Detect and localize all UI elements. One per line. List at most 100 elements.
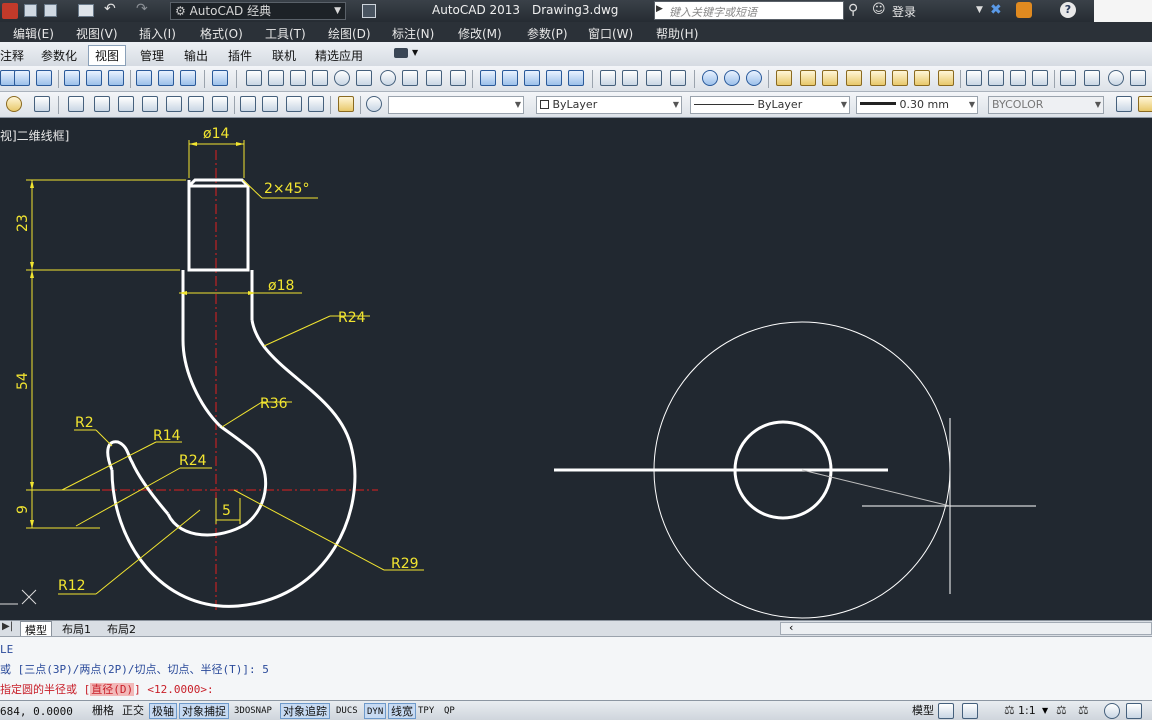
layout-view-icon[interactable] — [962, 703, 978, 719]
view-bottom-icon[interactable] — [94, 96, 110, 112]
continuous-orbit-icon[interactable] — [746, 70, 762, 86]
tab-nav-icon[interactable]: ▶| — [2, 621, 13, 632]
free-orbit-icon[interactable] — [724, 70, 740, 86]
tab-layout2[interactable]: 布局2 — [107, 621, 136, 637]
window-icon[interactable] — [362, 4, 376, 18]
menu-window[interactable]: 窗口(W) — [588, 25, 633, 42]
drawing-canvas[interactable]: 视]二维线框] ø14 2×45° ø18 R24 R36 R2 R14 R24… — [0, 118, 1152, 620]
ucs-apply-icon[interactable] — [212, 70, 228, 86]
intersect-icon[interactable] — [646, 70, 662, 86]
ucs-y-icon[interactable] — [158, 70, 174, 86]
loft-icon[interactable] — [568, 70, 584, 86]
command-prompt[interactable]: 指定圆的半径或 [直径(D)] <12.0000>: — [0, 681, 214, 697]
ribbon-toggle-icon[interactable] — [394, 48, 408, 58]
auto-scale-icon[interactable]: ⚖ — [1078, 703, 1089, 717]
menu-parametric[interactable]: 参数(P) — [527, 25, 568, 42]
ucs-world-icon[interactable] — [14, 70, 30, 86]
ucs-3point-icon[interactable] — [108, 70, 124, 86]
sphere-icon[interactable] — [334, 70, 350, 86]
toggle-qp[interactable]: QP — [442, 703, 457, 719]
exchange-icon[interactable]: ✖ — [990, 2, 1002, 18]
cone-icon[interactable] — [312, 70, 328, 86]
sw-iso-icon[interactable] — [240, 96, 256, 112]
tab-plugins[interactable]: 插件 — [228, 47, 252, 64]
color-dropdown[interactable]: ByLayer ▼ — [536, 96, 682, 114]
binoculars-icon[interactable]: ⚲ — [848, 2, 858, 18]
model-space-button[interactable]: 模型 — [910, 703, 936, 719]
ucs-z-icon[interactable] — [180, 70, 196, 86]
lock-icon[interactable] — [1126, 703, 1142, 719]
revolve-icon[interactable] — [546, 70, 562, 86]
menu-help[interactable]: 帮助(H) — [656, 25, 698, 42]
app-menu-icon[interactable] — [2, 3, 18, 19]
union-icon[interactable] — [600, 70, 616, 86]
shell-icon[interactable] — [914, 70, 930, 86]
tab-output[interactable]: 输出 — [184, 47, 208, 64]
toggle-tpy[interactable]: TPY — [416, 703, 436, 719]
wedge-icon[interactable] — [290, 70, 306, 86]
linetype-dropdown[interactable]: ByLayer ▼ — [690, 96, 850, 114]
pyramid-icon[interactable] — [402, 70, 418, 86]
chevron-down-icon[interactable]: ▼ — [412, 48, 418, 57]
ucs-zaxis-icon[interactable] — [86, 70, 102, 86]
3d-align-icon[interactable] — [1010, 70, 1026, 86]
annotation-scale-value[interactable]: 1:1 — [1018, 704, 1036, 717]
subtract-icon[interactable] — [622, 70, 638, 86]
workspace-switch-icon[interactable] — [1104, 703, 1120, 719]
toggle-grid[interactable]: 栅格 — [90, 703, 116, 719]
menu-tools[interactable]: 工具(T) — [265, 25, 306, 42]
view-left-icon[interactable] — [118, 96, 134, 112]
3d-move-icon[interactable] — [966, 70, 982, 86]
horizontal-scrollbar[interactable]: ‹ — [780, 621, 1152, 635]
separate-icon[interactable] — [892, 70, 908, 86]
3d-array-icon[interactable] — [1060, 70, 1076, 86]
menu-edit[interactable]: 编辑(E) — [13, 25, 54, 42]
ucs-previous-icon[interactable] — [36, 70, 52, 86]
plotstyle-dropdown[interactable]: BYCOLOR ▼ — [988, 96, 1104, 114]
chevron-down-icon[interactable]: ▼ — [1042, 706, 1048, 715]
gizmo-icon[interactable] — [1108, 70, 1124, 86]
view-back-icon[interactable] — [188, 96, 204, 112]
lightbulb-icon[interactable] — [1138, 96, 1152, 112]
nw-iso-icon[interactable] — [308, 96, 324, 112]
3d-scale-icon[interactable] — [1084, 70, 1100, 86]
sweep-icon[interactable] — [524, 70, 540, 86]
login-label[interactable]: 登录 — [892, 3, 916, 20]
toggle-ortho[interactable]: 正交 — [120, 703, 146, 719]
layout-icon[interactable] — [938, 703, 954, 719]
user-icon[interactable]: ☺ — [872, 2, 886, 17]
view-right-icon[interactable] — [142, 96, 158, 112]
chevron-down-icon[interactable]: ▼ — [976, 5, 983, 15]
check-icon[interactable] — [938, 70, 954, 86]
toggle-osnap[interactable]: 对象捕捉 — [179, 703, 229, 719]
box-icon[interactable] — [268, 70, 284, 86]
layer-icon[interactable] — [1116, 96, 1132, 112]
tab-view[interactable]: 视图 — [88, 45, 127, 66]
cylinder-icon[interactable] — [356, 70, 372, 86]
menu-format[interactable]: 格式(O) — [200, 25, 243, 42]
extrude-icon[interactable] — [480, 70, 496, 86]
command-window[interactable]: LE 或 [三点(3P)/两点(2P)/切点、切点、半径(T)]: 5 指定圆的… — [0, 636, 1152, 700]
ucs-origin-icon[interactable] — [64, 70, 80, 86]
view-iso-icon[interactable] — [212, 96, 228, 112]
scroll-left-icon[interactable]: ‹ — [789, 621, 793, 634]
annotation-scale-icon[interactable]: ⚖ — [1004, 703, 1015, 717]
apps-icon[interactable] — [1016, 2, 1032, 18]
extract-edges-icon[interactable] — [846, 70, 862, 86]
tab-annotate[interactable]: 注释 — [0, 47, 24, 64]
saveas-icon[interactable] — [44, 4, 57, 17]
window-controls[interactable] — [1094, 0, 1152, 22]
lineweight-dropdown[interactable]: 0.30 mm ▼ — [856, 96, 978, 114]
annotation-visibility-icon[interactable]: ⚖ — [1056, 703, 1067, 717]
toggle-dyn[interactable]: DYN — [364, 703, 387, 719]
3d-mirror-icon[interactable] — [1032, 70, 1048, 86]
redo-icon[interactable]: ↷ — [136, 1, 148, 17]
tab-parametric[interactable]: 参数化 — [41, 47, 77, 64]
menu-modify[interactable]: 修改(M) — [458, 25, 502, 42]
search-box[interactable]: ▶ 键入关键字或短语 — [654, 1, 844, 20]
imprint-icon[interactable] — [870, 70, 886, 86]
menu-dimension[interactable]: 标注(N) — [392, 25, 434, 42]
render-icon[interactable] — [34, 96, 50, 112]
menu-insert[interactable]: 插入(I) — [139, 25, 176, 42]
interfere-icon[interactable] — [776, 70, 792, 86]
